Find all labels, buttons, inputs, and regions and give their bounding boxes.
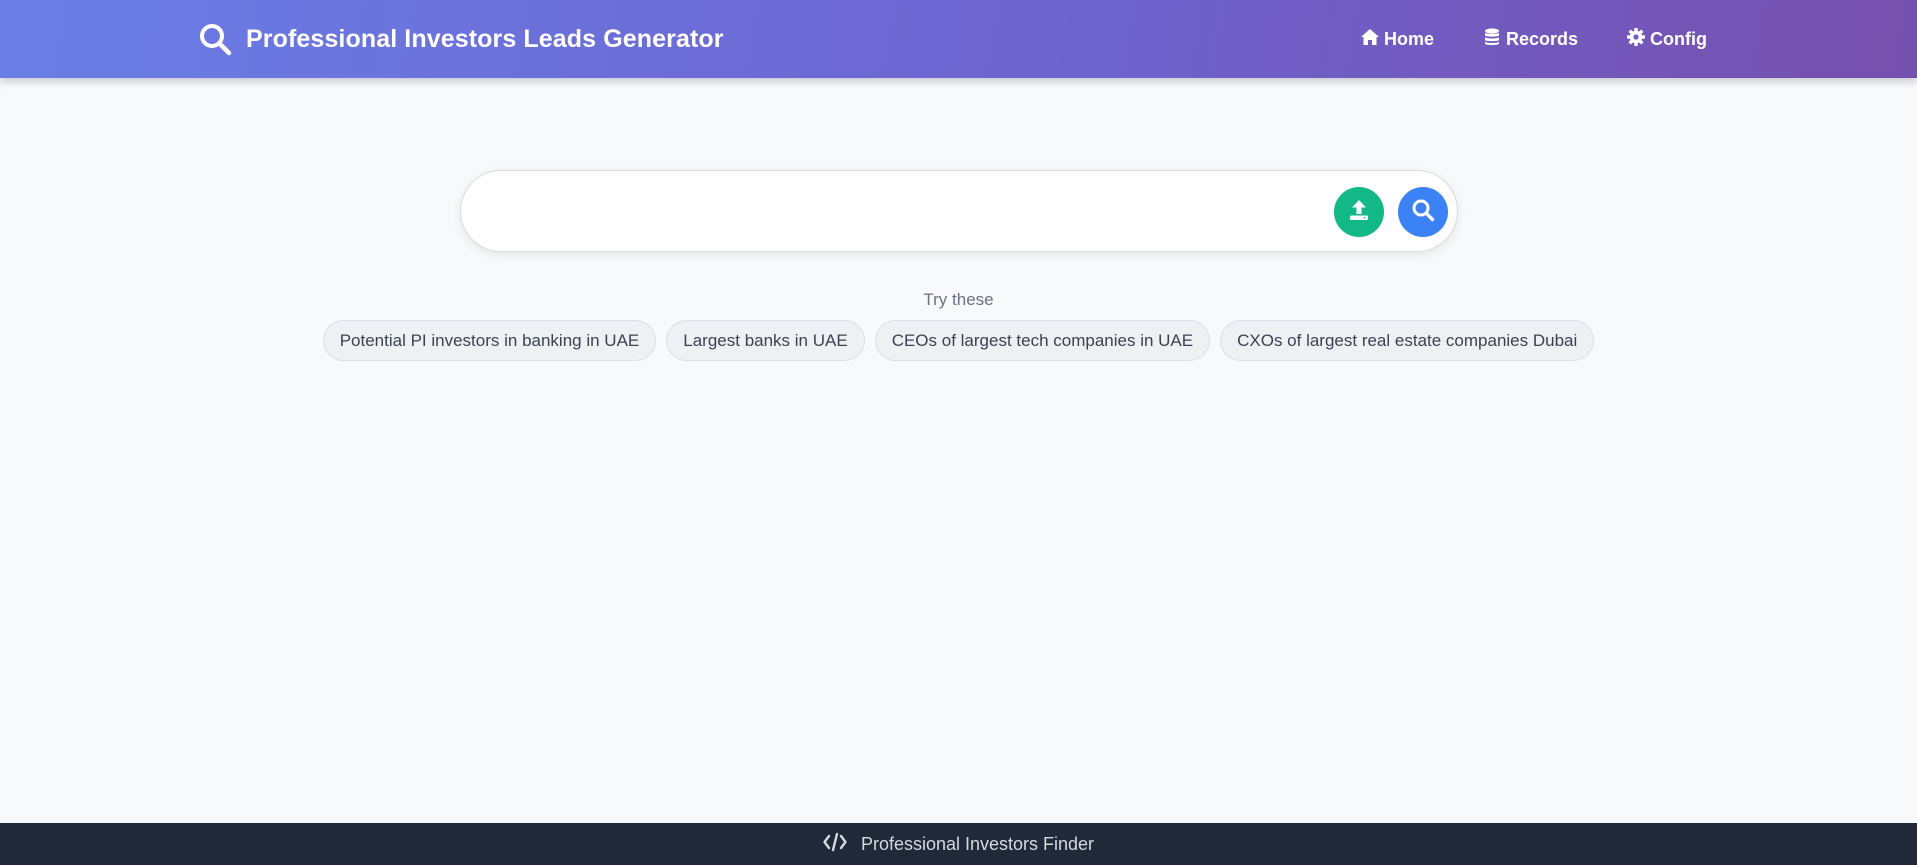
suggestion-chip[interactable]: Largest banks in UAE: [666, 320, 865, 361]
nav-config-label: Config: [1650, 28, 1707, 49]
top-navbar: Professional Investors Leads Generator H…: [0, 0, 1917, 78]
nav-records[interactable]: Records: [1482, 27, 1578, 52]
suggestion-chip[interactable]: CXOs of largest real estate companies Du…: [1220, 320, 1595, 361]
search-input[interactable]: [491, 189, 1275, 235]
database-icon: [1482, 27, 1506, 52]
upload-icon: [1346, 197, 1372, 228]
footer-text: Professional Investors Finder: [860, 833, 1095, 854]
suggestion-chips: Potential PI investors in banking in UAE…: [0, 320, 1917, 361]
search-icon: [198, 22, 232, 56]
search-button[interactable]: [1398, 187, 1448, 237]
search-icon: [1410, 197, 1436, 228]
home-icon: [1360, 27, 1384, 52]
code-icon: [823, 832, 861, 857]
main-nav: Home Records Config: [1312, 0, 1707, 78]
nav-records-label: Records: [1505, 28, 1579, 49]
footer: Professional Investors Finder: [0, 823, 1917, 865]
suggestion-chip[interactable]: CEOs of largest tech companies in UAE: [874, 320, 1211, 361]
nav-home[interactable]: Home: [1360, 27, 1434, 52]
gear-icon: [1626, 27, 1650, 52]
app-title: Professional Investors Leads Generator: [246, 24, 724, 53]
brand[interactable]: Professional Investors Leads Generator: [198, 0, 724, 78]
nav-home-label: Home: [1383, 28, 1434, 49]
upload-button[interactable]: [1334, 187, 1384, 237]
suggestion-chip[interactable]: Potential PI investors in banking in UAE: [322, 320, 657, 361]
nav-config[interactable]: Config: [1626, 27, 1707, 52]
search-bar: [460, 170, 1458, 252]
suggestions-label: Try these: [923, 290, 994, 309]
